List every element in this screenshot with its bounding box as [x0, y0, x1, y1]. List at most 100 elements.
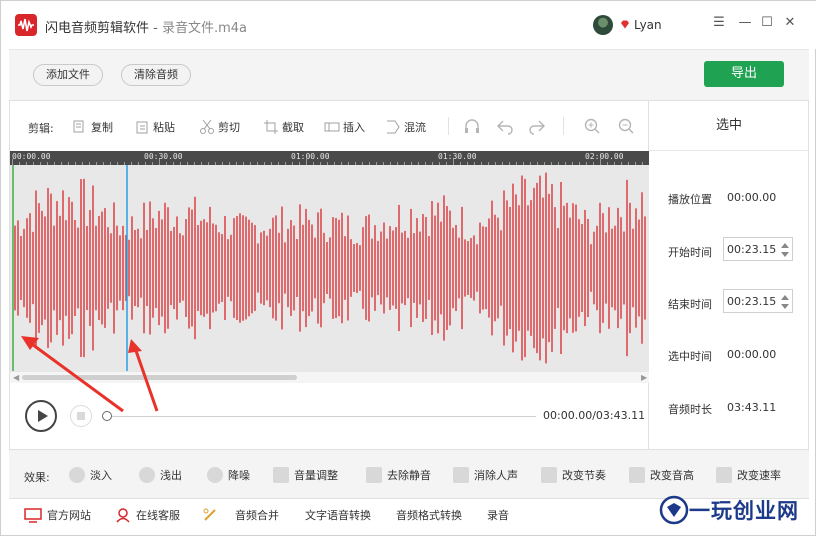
fade-in-label: 淡入	[90, 469, 112, 482]
mix-icon	[387, 120, 400, 134]
change-pitch-button[interactable]: 改变音高	[629, 467, 694, 483]
scroll-thumb[interactable]	[22, 375, 297, 380]
fade-out-button[interactable]: 浅出	[139, 467, 182, 483]
mix-button[interactable]: 混流	[385, 118, 426, 136]
player-controls: 00:00.00/03:43.11	[10, 383, 650, 449]
audio-duration-label: 音频时长	[668, 403, 712, 416]
end-time-label: 结束时间	[668, 298, 712, 311]
seek-bar[interactable]	[108, 416, 536, 417]
insert-button[interactable]: 插入	[324, 118, 365, 136]
title-bar: 闪电音频剪辑软件 - 录音文件.m4a Lyan ☰ — ☐ ✕	[1, 1, 816, 49]
audio-merge-link[interactable]: 音频合并	[202, 507, 279, 523]
remove-vocals-button[interactable]: 消除人声	[453, 467, 518, 483]
paste-button[interactable]: 粘贴	[134, 118, 175, 136]
play-button[interactable]	[25, 400, 57, 432]
undo-icon[interactable]	[496, 117, 514, 135]
format-convert-label: 音频格式转换	[396, 509, 462, 522]
text-speech-link[interactable]: 文字语音转换	[305, 507, 371, 523]
effects-bar: 效果: 淡入 浅出 降噪 音量调整 去除静音 消除人声 改变节奏 改变音高 改变…	[9, 449, 809, 499]
decrement-icon[interactable]	[781, 252, 789, 257]
pitch-icon	[629, 467, 645, 483]
mute-icon	[366, 467, 382, 483]
denoise-label: 降噪	[228, 469, 250, 482]
start-time-label: 开始时间	[668, 246, 712, 259]
trim-label: 截取	[282, 121, 304, 134]
edit-toolbar: 剪辑: 复制 粘贴 剪切 截取 插入 混流	[10, 101, 650, 151]
clear-audio-button[interactable]: 清除音频	[121, 64, 191, 86]
end-time-input[interactable]: 00:23.15	[723, 289, 793, 313]
scroll-right-icon[interactable]: ▶	[641, 373, 647, 382]
user-name[interactable]: Lyan	[634, 18, 662, 32]
add-file-button[interactable]: 添加文件	[33, 64, 103, 86]
change-tempo-button[interactable]: 改变节奏	[541, 467, 606, 483]
monitor-icon	[24, 507, 42, 523]
headphones-icon[interactable]	[463, 117, 481, 135]
window-title: 闪电音频剪辑软件 - 录音文件.m4a	[45, 17, 247, 36]
redo-icon[interactable]	[528, 117, 546, 135]
end-time-value: 00:23.15	[727, 295, 777, 308]
audio-merge-label: 音频合并	[235, 509, 279, 522]
volume-adjust-label: 音量调整	[294, 469, 338, 482]
decrement-icon[interactable]	[781, 304, 789, 309]
horizontal-scrollbar[interactable]: ◀ ▶	[10, 371, 650, 383]
avatar[interactable]	[593, 15, 613, 35]
zoom-in-icon[interactable]	[583, 117, 601, 135]
time-readout: 00:00.00/03:43.11	[543, 409, 646, 422]
format-convert-link[interactable]: 音频格式转换	[396, 507, 462, 523]
watermark-text: 一玩创业网	[689, 498, 799, 523]
fade-in-button[interactable]: 淡入	[69, 467, 112, 483]
volume-adjust-button[interactable]: 音量调整	[273, 467, 338, 483]
official-site-label: 官方网站	[47, 509, 91, 522]
trim-button[interactable]: 截取	[263, 118, 304, 136]
start-time-input[interactable]: 00:23.15	[723, 237, 793, 261]
toolbar-divider	[563, 117, 564, 135]
official-site-link[interactable]: 官方网站	[24, 507, 91, 523]
cut-label: 剪切	[218, 121, 240, 134]
export-button[interactable]: 导出	[704, 61, 784, 87]
play-position-value: 00:00.00	[727, 191, 777, 204]
paste-icon	[136, 121, 148, 134]
copy-label: 复制	[91, 121, 113, 134]
online-support-label: 在线客服	[136, 509, 180, 522]
watermark: 一玩创业网	[657, 493, 816, 529]
record-label: 录音	[487, 509, 509, 522]
record-link[interactable]: 录音	[487, 507, 509, 523]
change-speed-button[interactable]: 改变速率	[716, 467, 781, 483]
people-icon	[453, 467, 469, 483]
editor-panel: 剪辑: 复制 粘贴 剪切 截取 插入 混流 00:00.00 00:30.00 …	[9, 101, 650, 449]
title-separator: -	[149, 21, 162, 36]
ruler-label: 01:30.00	[438, 152, 477, 161]
close-icon[interactable]: ✕	[783, 16, 797, 30]
copy-icon	[73, 120, 84, 133]
online-support-link[interactable]: 在线客服	[115, 507, 180, 523]
copy-button[interactable]: 复制	[72, 118, 113, 136]
tempo-sliders-icon	[541, 467, 557, 483]
effects-label: 效果:	[24, 471, 50, 484]
minimize-icon[interactable]: —	[738, 16, 752, 30]
start-time-value: 00:23.15	[727, 243, 777, 256]
paste-label: 粘贴	[153, 121, 175, 134]
text-speech-label: 文字语音转换	[305, 509, 371, 522]
ruler-label: 00:00.00	[12, 152, 51, 161]
increment-icon[interactable]	[781, 243, 789, 248]
menu-icon[interactable]: ☰	[712, 16, 726, 30]
timeline-ruler[interactable]: 00:00.00 00:30.00 01:00.00 01:30.00 02:0…	[10, 151, 650, 165]
waveform-area[interactable]	[10, 165, 650, 371]
scroll-left-icon[interactable]: ◀	[13, 373, 19, 382]
play-position-label: 播放位置	[668, 193, 712, 206]
file-name: 录音文件.m4a	[161, 21, 248, 36]
ruler-label: 00:30.00	[144, 152, 183, 161]
app-window: 闪电音频剪辑软件 - 录音文件.m4a Lyan ☰ — ☐ ✕ 添加文件 清除…	[0, 0, 816, 536]
zoom-out-icon[interactable]	[617, 117, 635, 135]
maximize-icon[interactable]: ☐	[760, 16, 774, 30]
app-logo-icon	[15, 14, 37, 36]
insert-label: 插入	[343, 121, 365, 134]
denoise-button[interactable]: 降噪	[207, 467, 250, 483]
cut-button[interactable]: 剪切	[199, 118, 240, 136]
remove-vocals-label: 消除人声	[474, 469, 518, 482]
remove-silence-button[interactable]: 去除静音	[366, 467, 431, 483]
seek-knob[interactable]	[102, 411, 112, 421]
selection-panel: 选中 播放位置 00:00.00 开始时间 00:23.15 结束时间 00:2…	[649, 101, 809, 449]
stop-button[interactable]	[70, 405, 92, 427]
increment-icon[interactable]	[781, 295, 789, 300]
